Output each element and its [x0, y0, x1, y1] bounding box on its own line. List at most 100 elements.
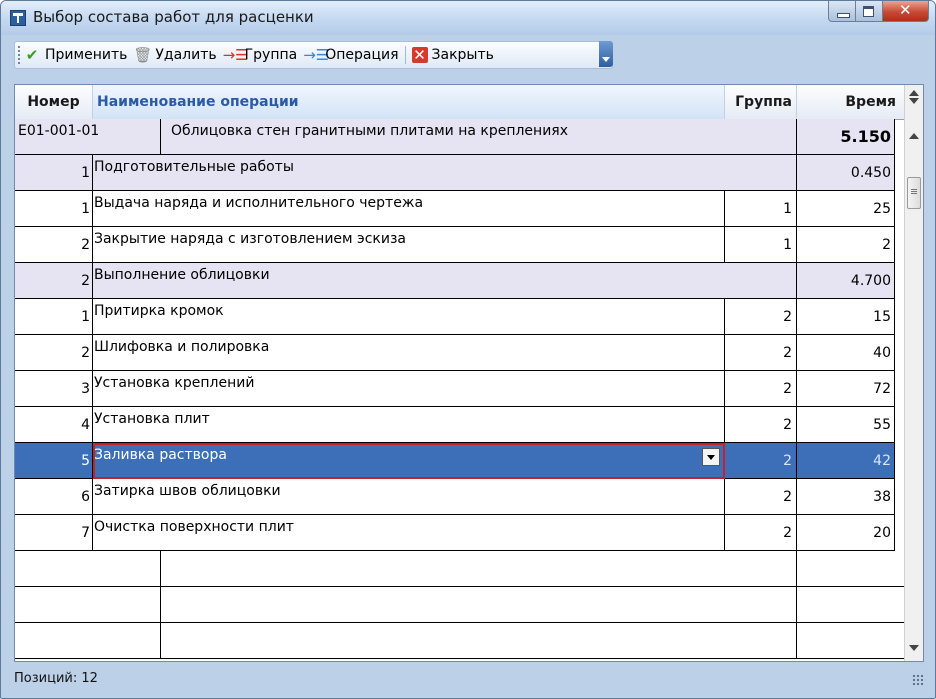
close-window-button[interactable]: ✕ [883, 1, 929, 22]
column-header-name[interactable]: Наименование операции [93, 85, 725, 119]
resize-grip-icon[interactable] [912, 674, 924, 686]
close-x-icon: ✕ [411, 46, 428, 64]
row-group: 2 [725, 515, 797, 551]
row-name: Установка плит [93, 407, 725, 443]
row-time: 38 [797, 479, 895, 515]
chevron-down-icon[interactable] [702, 448, 720, 466]
close-label: Закрыть [431, 47, 494, 63]
row-time: 15 [797, 299, 895, 335]
empty-row[interactable] [15, 587, 905, 623]
status-text: Позиций: 12 [14, 671, 98, 686]
row-number: 2 [15, 227, 93, 263]
row-number: 1 [15, 155, 93, 191]
delete-label: Удалить [155, 47, 217, 63]
app-icon [10, 10, 26, 26]
checkmark-icon: ✔ [25, 46, 39, 64]
maximize-icon [863, 6, 874, 17]
vertical-scrollbar[interactable] [904, 85, 923, 661]
row-group: 1 [725, 191, 797, 227]
row-time: 72 [797, 371, 895, 407]
table-row[interactable]: 1 Выдача наряда и исполнительного чертеж… [15, 191, 905, 227]
row-time: 2 [797, 227, 895, 263]
column-header-number[interactable]: Номер [15, 85, 93, 119]
row-number: 2 [15, 335, 93, 371]
work-time: 5.150 [797, 119, 895, 155]
row-time: 20 [797, 515, 895, 551]
dialog-window: Выбор состава работ для расценки ✕ ✔ При… [0, 0, 936, 699]
table-row[interactable]: 7 Очистка поверхности плит 2 20 [15, 515, 905, 551]
grid-header: Номер Наименование операции Группа Время [15, 85, 905, 120]
close-icon: ✕ [899, 1, 912, 19]
add-group-button[interactable]: →☰ Группа [220, 44, 301, 66]
add-operation-button[interactable]: →☰ Операция [300, 44, 401, 66]
column-header-group[interactable]: Группа [725, 85, 797, 119]
empty-row[interactable] [15, 623, 905, 659]
table-row[interactable]: 3 Установка креплений 2 72 [15, 371, 905, 407]
row-time: 25 [797, 191, 895, 227]
row-name: Подготовительные работы [93, 155, 797, 191]
work-code: E01-001-01 [15, 119, 161, 155]
scroll-down-icon[interactable] [909, 645, 919, 651]
row-group: 2 [725, 443, 797, 479]
row-time: 42 [797, 443, 895, 479]
row-group: 1 [725, 227, 797, 263]
scrollbar-thumb[interactable] [907, 177, 921, 209]
toolbar: ✔ Применить 🗑 Удалить →☰ Группа →☰ Опера… [14, 41, 613, 69]
row-number: 7 [15, 515, 93, 551]
table-row[interactable]: 1 Подготовительные работы 0.450 [15, 155, 905, 191]
maximize-button[interactable] [856, 1, 883, 22]
row-time: 4.700 [797, 263, 895, 299]
work-row[interactable]: E01-001-01 Облицовка стен гранитными пли… [15, 119, 905, 155]
row-time: 0.450 [797, 155, 895, 191]
row-name: Закрытие наряда с изготовлением эскиза [93, 227, 725, 263]
row-number: 1 [15, 191, 93, 227]
row-name: Притирка кромок [93, 299, 725, 335]
group-label: Группа [244, 47, 298, 63]
delete-button[interactable]: 🗑 Удалить [130, 44, 219, 66]
row-group: 2 [725, 479, 797, 515]
empty-row[interactable] [15, 551, 905, 587]
scroll-up-icon[interactable] [909, 90, 919, 96]
close-button[interactable]: ✕ Закрыть [409, 44, 497, 66]
row-time: 55 [797, 407, 895, 443]
scroll-up-arrow-icon[interactable] [909, 133, 919, 139]
table-row[interactable]: 2 Выполнение облицовки 4.700 [15, 263, 905, 299]
toolbar-separator [404, 46, 406, 64]
apply-label: Применить [45, 47, 128, 63]
work-name: Облицовка стен гранитными плитами на кре… [161, 119, 797, 155]
table-row[interactable]: 1 Притирка кромок 2 15 [15, 299, 905, 335]
row-number: 4 [15, 407, 93, 443]
row-name: Шлифовка и полировка [93, 335, 725, 371]
minimize-button[interactable] [828, 1, 856, 22]
row-number: 5 [15, 443, 93, 479]
column-header-time[interactable]: Время [797, 85, 905, 119]
table-row[interactable]: 4 Установка плит 2 55 [15, 407, 905, 443]
operation-label: Операция [325, 47, 399, 63]
row-number: 1 [15, 299, 93, 335]
table-row-selected[interactable]: 5 Заливка раствора 2 42 [15, 443, 905, 479]
row-name: Заливка раствора [94, 447, 227, 463]
row-group: 2 [725, 299, 797, 335]
row-name: Выдача наряда и исполнительного чертежа [93, 191, 725, 227]
table-row[interactable]: 6 Затирка швов облицовки 2 38 [15, 479, 905, 515]
minimize-icon [837, 13, 850, 18]
row-name: Установка креплений [93, 371, 725, 407]
row-group: 2 [725, 407, 797, 443]
trash-icon: 🗑 [133, 46, 153, 64]
title-bar: Выбор состава работ для расценки ✕ [1, 1, 935, 35]
row-group: 2 [725, 335, 797, 371]
toolbar-overflow-button[interactable] [599, 41, 613, 67]
row-name-editor[interactable]: Заливка раствора [93, 443, 725, 479]
row-name: Очистка поверхности плит [93, 515, 725, 551]
row-name: Затирка швов облицовки [93, 479, 725, 515]
row-number: 6 [15, 479, 93, 515]
apply-button[interactable]: ✔ Применить [20, 44, 130, 66]
operations-grid: Номер Наименование операции Группа Время… [14, 84, 924, 662]
table-row[interactable]: 2 Закрытие наряда с изготовлением эскиза… [15, 227, 905, 263]
status-bar: Позиций: 12 [14, 666, 924, 691]
table-row[interactable]: 2 Шлифовка и полировка 2 40 [15, 335, 905, 371]
row-name: Выполнение облицовки [93, 263, 797, 299]
row-group: 2 [725, 371, 797, 407]
row-number: 2 [15, 263, 93, 299]
scroll-down-small-icon[interactable] [909, 98, 919, 104]
